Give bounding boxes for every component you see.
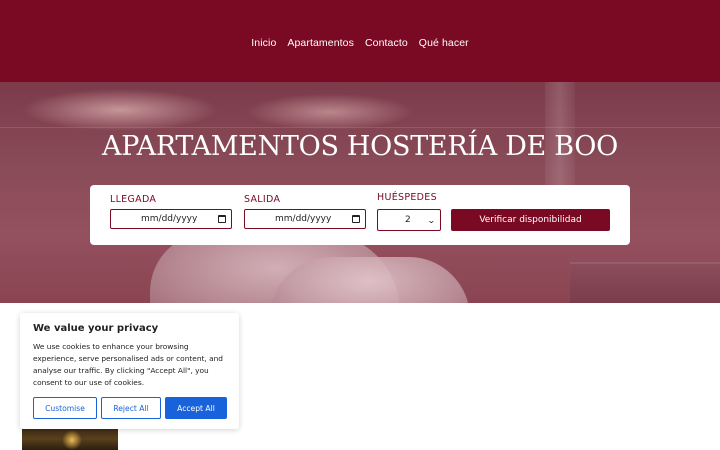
- guests-value: 2: [405, 215, 411, 225]
- reject-all-button[interactable]: Reject All: [101, 397, 161, 419]
- apartment-thumbnail[interactable]: [22, 428, 118, 450]
- arrival-date-input[interactable]: mm/dd/yyyy: [110, 209, 232, 229]
- nav-item-contacto[interactable]: Contacto: [365, 37, 408, 49]
- nav-item-apartamentos[interactable]: Apartamentos: [287, 37, 354, 49]
- site-header: Inicio Apartamentos Contacto Qué hacer: [0, 0, 720, 82]
- nav-item-que-hacer[interactable]: Qué hacer: [419, 37, 469, 49]
- hero-bedside-table: [570, 262, 720, 303]
- cookie-text: We use cookies to enhance your browsing …: [33, 342, 224, 387]
- cookie-consent-banner: We value your privacy We use cookies to …: [20, 313, 239, 429]
- nav-item-inicio[interactable]: Inicio: [251, 37, 276, 49]
- page-title: APARTAMENTOS HOSTERÍA DE BOO: [102, 131, 618, 162]
- chevron-down-icon: ⌄: [427, 215, 437, 225]
- calendar-icon[interactable]: [352, 215, 360, 223]
- customise-button[interactable]: Customise: [33, 397, 97, 419]
- arrival-label: LLEGADA: [110, 194, 157, 205]
- arrival-date-value: mm/dd/yyyy: [141, 214, 198, 224]
- hero-wall-line: [0, 127, 720, 128]
- departure-label: SALIDA: [244, 194, 281, 205]
- accept-all-button[interactable]: Accept All: [165, 397, 227, 419]
- booking-form: LLEGADA mm/dd/yyyy SALIDA mm/dd/yyyy HUÉ…: [90, 185, 630, 245]
- departure-date-value: mm/dd/yyyy: [275, 214, 332, 224]
- main-nav: Inicio Apartamentos Contacto Qué hacer: [0, 37, 720, 49]
- check-availability-button[interactable]: Verificar disponibilidad: [451, 209, 610, 231]
- calendar-icon[interactable]: [218, 215, 226, 223]
- departure-date-input[interactable]: mm/dd/yyyy: [244, 209, 366, 229]
- guests-label: HUÉSPEDES: [377, 192, 437, 203]
- guests-select[interactable]: 2 ⌄: [377, 209, 441, 231]
- cookie-title: We value your privacy: [33, 323, 159, 334]
